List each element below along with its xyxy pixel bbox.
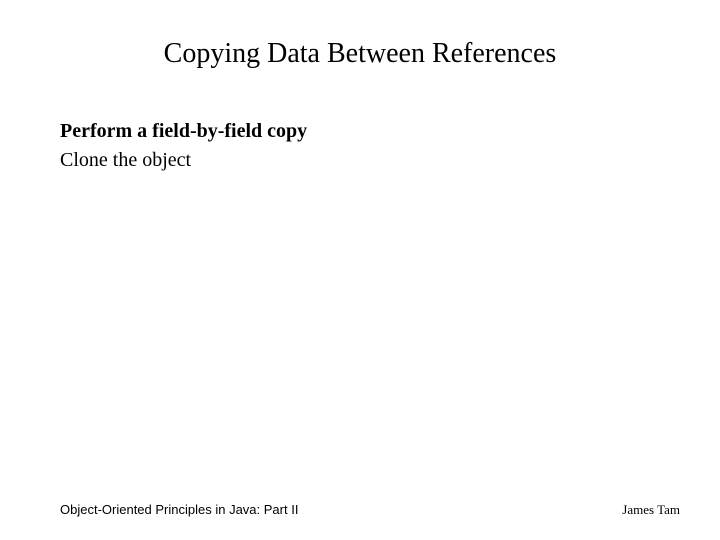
slide-footer: Object-Oriented Principles in Java: Part…: [60, 502, 680, 518]
body-line-2: Clone the object: [60, 147, 660, 174]
slide-body: Perform a field-by-field copy Clone the …: [60, 118, 660, 174]
body-line-1: Perform a field-by-field copy: [60, 118, 660, 145]
footer-left: Object-Oriented Principles in Java: Part…: [60, 502, 298, 517]
footer-right: James Tam: [622, 502, 680, 518]
slide-container: Copying Data Between References Perform …: [0, 0, 720, 540]
slide-title: Copying Data Between References: [60, 38, 660, 70]
